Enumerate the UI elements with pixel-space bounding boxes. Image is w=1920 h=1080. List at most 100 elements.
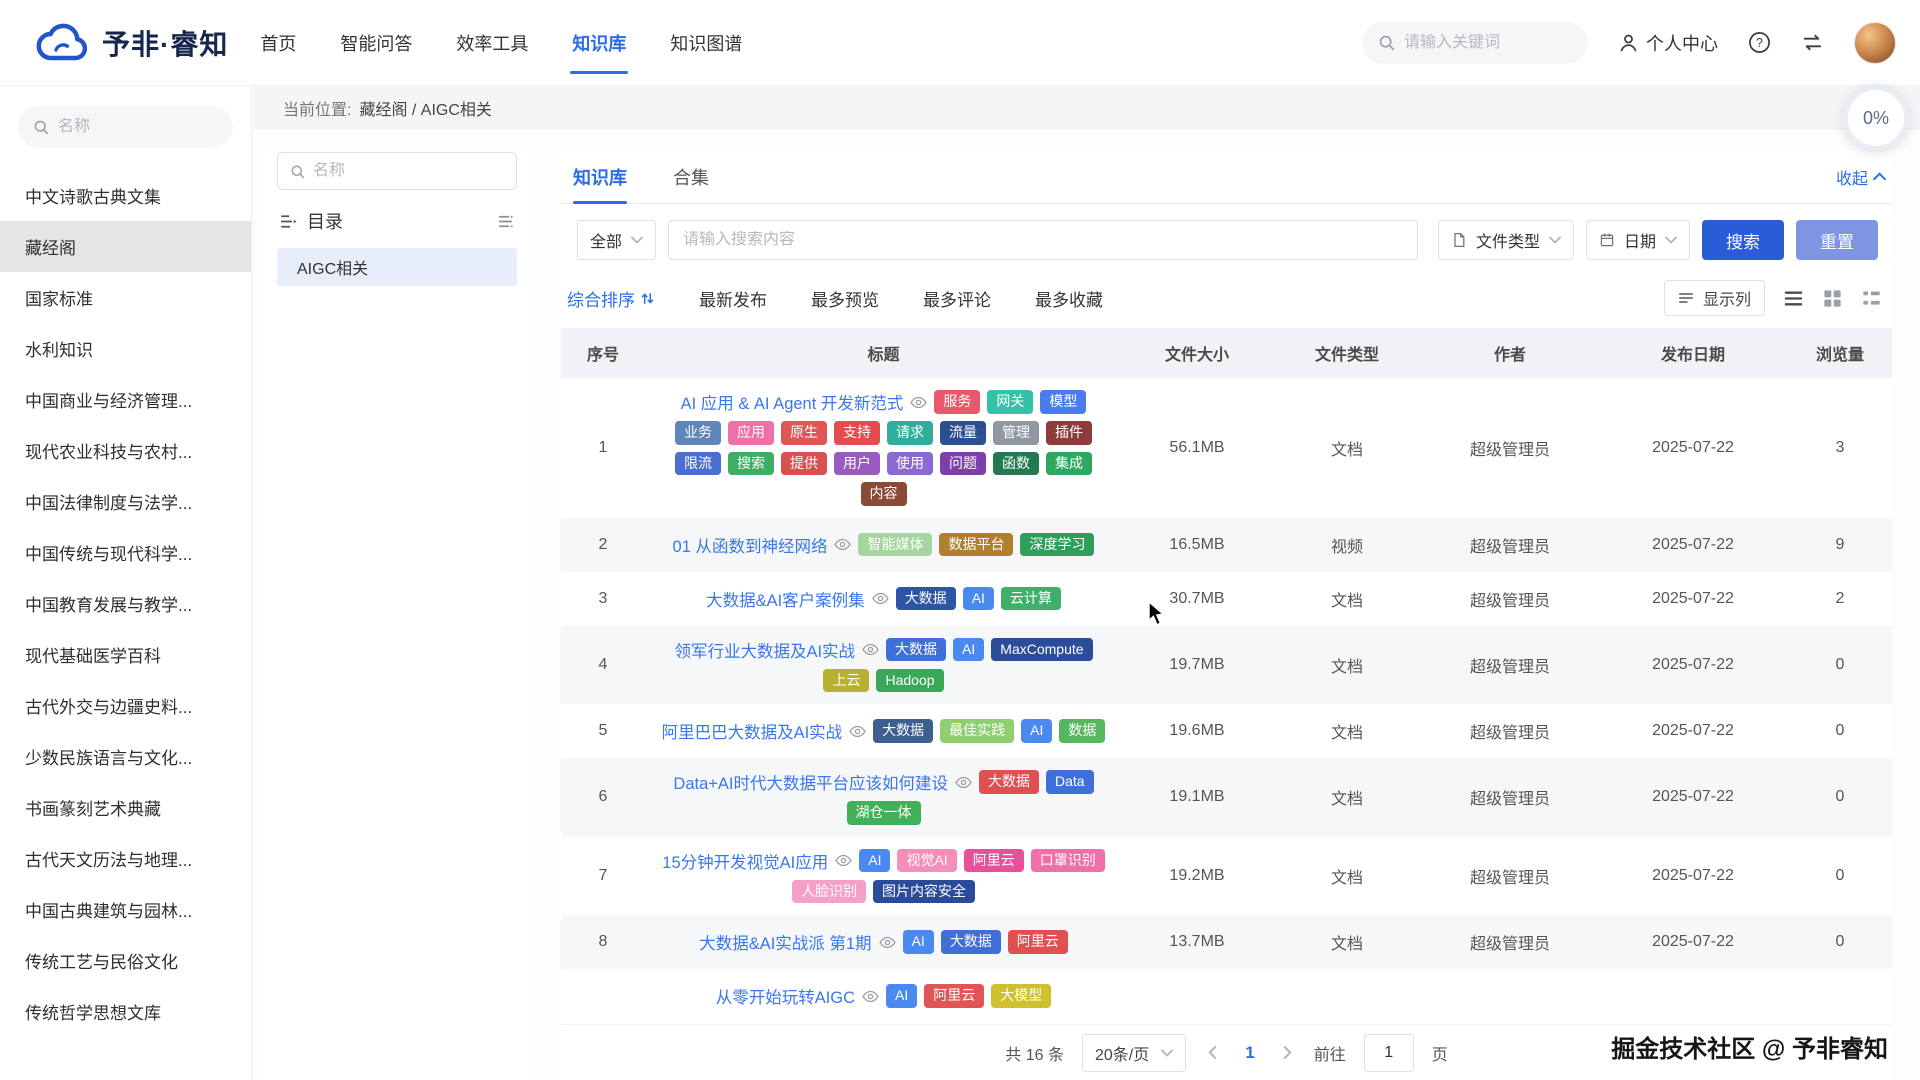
doc-title-link[interactable]: 从零开始玩转AIGC (716, 984, 855, 1008)
sort-option[interactable]: 最多预览 (811, 286, 879, 311)
current-page[interactable]: 1 (1239, 1043, 1260, 1063)
collapse-toggle[interactable]: 收起 (1836, 165, 1886, 189)
sidebar-item[interactable]: 传统哲学思想文库 (0, 986, 251, 1037)
sidebar-item[interactable]: 中国商业与经济管理... (0, 374, 251, 425)
chevron-up-icon (1873, 172, 1886, 181)
col-header-author: 作者 (1422, 328, 1598, 378)
sidebar-item[interactable]: 古代外交与边疆史料... (0, 680, 251, 731)
eye-icon[interactable] (835, 852, 852, 869)
col-header-title: 标题 (645, 328, 1122, 378)
sidebar-search-input[interactable] (58, 118, 218, 136)
row-title-cell: AI 应用 & AI Agent 开发新范式服务网关模型业务应用原生支持请求流量… (645, 378, 1122, 518)
eye-icon[interactable] (879, 934, 896, 951)
date-select[interactable]: 日期 (1586, 220, 1690, 260)
eye-icon[interactable] (955, 774, 972, 791)
directory-search[interactable] (277, 152, 517, 190)
sort-option[interactable]: 最多收藏 (1035, 286, 1103, 311)
row-title-cell: Data+AI时代大数据平台应该如何建设大数据Data湖仓一体 (645, 758, 1122, 837)
list-view-icon[interactable] (1783, 288, 1804, 309)
eye-icon[interactable] (862, 988, 879, 1005)
eye-icon[interactable] (862, 641, 879, 658)
eye-icon[interactable] (849, 723, 866, 740)
sidebar-search[interactable] (18, 106, 233, 148)
collapse-all-icon[interactable] (496, 212, 515, 231)
doc-title-link[interactable]: 15分钟开发视觉AI应用 (662, 849, 828, 873)
brand[interactable]: 予非·睿知 (36, 22, 228, 64)
navbar-search-input[interactable] (1404, 34, 1572, 52)
row-type: 文档 (1272, 704, 1422, 758)
sidebar-item[interactable]: 中国传统与现代科学... (0, 527, 251, 578)
chevron-down-icon (1161, 1049, 1173, 1057)
nav-item[interactable]: 效率工具 (454, 26, 530, 60)
content-search[interactable] (668, 220, 1418, 260)
help-icon[interactable]: ? (1748, 31, 1771, 54)
doc-title-link[interactable]: 01 从函数到神经网络 (673, 533, 828, 557)
next-page-icon[interactable] (1279, 1046, 1296, 1059)
page-unit: 页 (1432, 1041, 1448, 1065)
sidebar-item[interactable]: 中国古典建筑与园林... (0, 884, 251, 935)
profile-center-link[interactable]: 个人中心 (1618, 30, 1718, 56)
sort-option-label: 最多评论 (923, 286, 991, 311)
row-type: 文档 (1272, 626, 1422, 705)
tab-knowledge-base[interactable]: 知识库 (573, 150, 627, 203)
file-type-select[interactable]: 文件类型 (1438, 220, 1574, 260)
display-columns-button[interactable]: 显示列 (1664, 280, 1765, 316)
nav-item[interactable]: 智能问答 (338, 26, 414, 60)
breadcrumb-label: 当前位置: (283, 96, 351, 120)
nav-item[interactable]: 知识图谱 (668, 26, 744, 60)
doc-title-link[interactable]: 大数据&AI客户案例集 (706, 587, 865, 611)
directory-item-aigc[interactable]: AIGC相关 (277, 248, 517, 286)
sidebar-item[interactable]: 中国教育发展与教学... (0, 578, 251, 629)
row-views: 0 (1788, 837, 1892, 916)
tag: 用户 (834, 452, 880, 476)
sort-option[interactable]: 最新发布 (699, 286, 767, 311)
doc-title-link[interactable]: Data+AI时代大数据平台应该如何建设 (673, 770, 948, 794)
nav-item[interactable]: 首页 (258, 26, 298, 60)
page-size-select[interactable]: 20条/页 (1082, 1034, 1186, 1072)
sidebar-item[interactable]: 少数民族语言与文化... (0, 731, 251, 782)
navbar-search[interactable] (1362, 22, 1588, 64)
category-select[interactable]: 全部 (577, 220, 656, 260)
row-size: 56.1MB (1122, 378, 1272, 518)
tag: 网关 (987, 390, 1033, 414)
sidebar-item[interactable]: 传统工艺与民俗文化 (0, 935, 251, 986)
doc-title-link[interactable]: 领军行业大数据及AI实战 (674, 638, 855, 662)
tag: 数据平台 (939, 533, 1013, 557)
sidebar-item[interactable]: 古代天文历法与地理... (0, 833, 251, 884)
doc-title-link[interactable]: 阿里巴巴大数据及AI实战 (662, 719, 843, 743)
sort-option-label: 最新发布 (699, 286, 767, 311)
sidebar-item[interactable]: 国家标准 (0, 272, 251, 323)
chevron-down-icon (631, 236, 643, 244)
eye-icon[interactable] (910, 394, 927, 411)
nav-item[interactable]: 知识库 (570, 26, 628, 60)
prev-page-icon[interactable] (1204, 1046, 1221, 1059)
tag: 提供 (781, 452, 827, 476)
search-button[interactable]: 搜索 (1702, 220, 1784, 260)
switch-icon[interactable] (1801, 31, 1824, 54)
sidebar-item[interactable]: 藏经阁 (0, 221, 251, 272)
sort-option[interactable]: 综合排序 (567, 286, 655, 311)
row-title-cell: 大数据&AI实战派 第1期AI大数据阿里云 (645, 915, 1122, 969)
row-type (1272, 969, 1422, 1023)
sidebar-item[interactable]: 水利知识 (0, 323, 251, 374)
sidebar-item[interactable]: 中国法律制度与法学... (0, 476, 251, 527)
directory-search-input[interactable] (313, 162, 504, 180)
avatar[interactable] (1854, 22, 1896, 64)
reset-button[interactable]: 重置 (1796, 220, 1878, 260)
left-sidebar: 中文诗歌古典文集藏经阁国家标准水利知识中国商业与经济管理...现代农业科技与农村… (0, 86, 252, 1080)
sidebar-item[interactable]: 书画篆刻艺术典藏 (0, 782, 251, 833)
sort-option[interactable]: 最多评论 (923, 286, 991, 311)
detail-view-icon[interactable] (1861, 288, 1882, 309)
doc-title-link[interactable]: AI 应用 & AI Agent 开发新范式 (681, 390, 904, 414)
row-size: 19.7MB (1122, 626, 1272, 705)
eye-icon[interactable] (872, 590, 889, 607)
doc-title-link[interactable]: 大数据&AI实战派 第1期 (699, 930, 871, 954)
tab-collections[interactable]: 合集 (673, 150, 709, 203)
sidebar-item[interactable]: 中文诗歌古典文集 (0, 170, 251, 221)
eye-icon[interactable] (834, 536, 851, 553)
sidebar-item[interactable]: 现代农业科技与农村... (0, 425, 251, 476)
sidebar-item[interactable]: 现代基础医学百科 (0, 629, 251, 680)
content-search-input[interactable] (683, 231, 1403, 249)
grid-view-icon[interactable] (1822, 288, 1843, 309)
goto-page-input[interactable] (1364, 1034, 1414, 1072)
